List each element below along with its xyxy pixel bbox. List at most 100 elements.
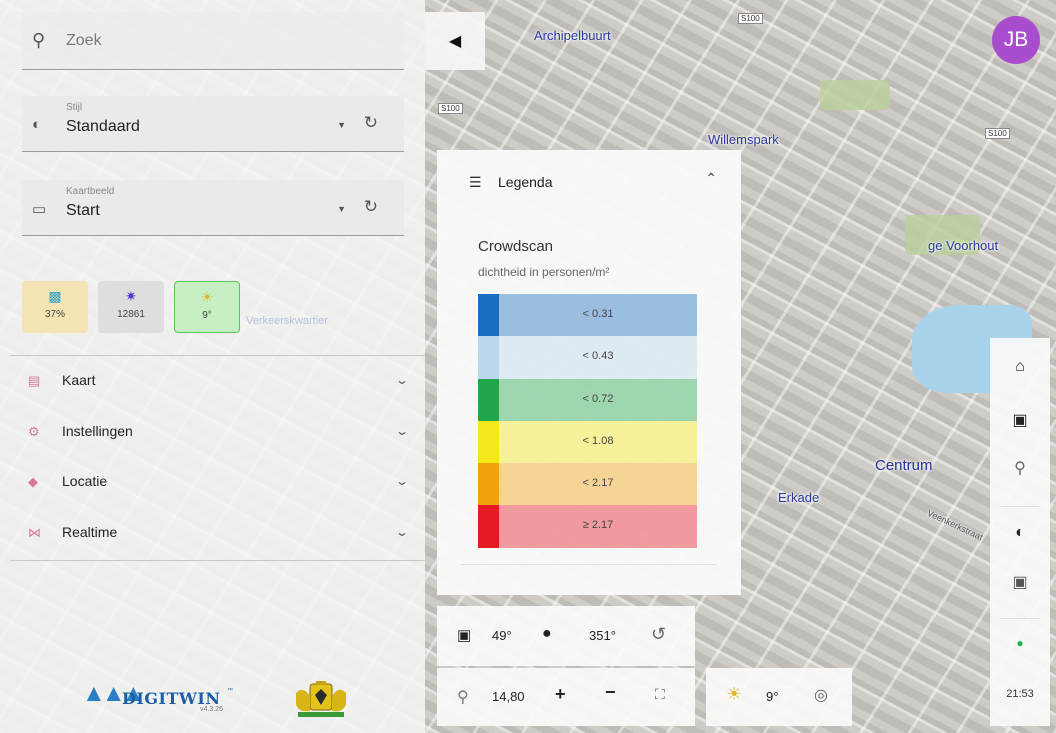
section-label: Locatie xyxy=(62,473,108,489)
chevron-down-icon[interactable]: ⌄ xyxy=(395,373,409,387)
divider xyxy=(10,355,425,356)
live-status-icon[interactable]: ● xyxy=(990,636,1050,650)
road-shield: S100 xyxy=(985,128,1010,139)
chevron-down-icon[interactable]: ⌄ xyxy=(395,474,409,488)
cube-icon[interactable]: ▣ xyxy=(457,626,471,644)
crowd-value: 12861 xyxy=(117,309,145,320)
section-locatie[interactable]: ◆ Locatie ⌄ xyxy=(26,465,411,501)
pitch-value: 49° xyxy=(492,628,512,643)
comment-icon[interactable]: ▣ xyxy=(990,410,1050,430)
collapse-sidebar-button[interactable]: ◀ xyxy=(425,12,485,70)
legend-swatch xyxy=(478,505,499,548)
user-avatar[interactable]: JB xyxy=(992,16,1040,64)
divider xyxy=(10,560,425,561)
location-icon: ◆ xyxy=(28,474,38,489)
right-toolbar: ⌂ ▣ ⚲ ◐ ▣ ● 21:53 xyxy=(990,338,1050,726)
map-label-archipelbuurt: Archipelbuurt xyxy=(534,28,611,43)
home-button[interactable]: ⌂ xyxy=(990,358,1050,376)
legend-item-label: ≥ 2.17 xyxy=(582,519,614,532)
camera-panel: ▣ 49° ● 351° ↺ xyxy=(437,606,695,666)
reset-icon[interactable]: ↻ xyxy=(364,113,378,133)
legend-item: < 2.17 xyxy=(478,463,697,506)
legend-item-label: < 1.08 xyxy=(582,434,614,447)
legend-header: Legenda xyxy=(498,174,553,190)
legend-unit: dichtheid in personen/m² xyxy=(478,265,610,279)
reset-icon[interactable]: ↻ xyxy=(364,197,378,217)
search-input[interactable] xyxy=(66,28,366,54)
zoom-panel: ⚲ 14,80 + − ⛶ xyxy=(437,668,695,726)
chevron-down-icon[interactable]: ⌄ xyxy=(395,525,409,539)
reset-rotation-icon[interactable]: ↺ xyxy=(651,624,666,645)
fullscreen-icon[interactable]: ⛶ xyxy=(655,686,665,703)
style-select[interactable]: ◐ Stijl Standaard ▼ ↻ xyxy=(22,96,404,152)
crowd-icon: ✷ xyxy=(125,288,137,304)
sun-icon: ☀ xyxy=(200,289,214,305)
dropdown-caret-icon[interactable]: ▼ xyxy=(337,204,346,214)
map-label-erkade: Erkade xyxy=(778,490,820,505)
monitor-icon: ▭ xyxy=(32,201,47,218)
city-crest-icon xyxy=(296,681,346,717)
legend-swatch xyxy=(478,420,499,464)
view-select[interactable]: ▭ Kaartbeeld Start ▼ ↻ xyxy=(22,180,404,236)
zoom-in-button[interactable]: + xyxy=(555,684,566,705)
contrast-icon[interactable]: ◐ xyxy=(990,524,1050,542)
legend-scale: < 0.31 < 0.43 < 0.72 < 1.08 < 2.17 ≥ 2.1… xyxy=(478,294,697,548)
temperature-tile[interactable]: ☀ 9° xyxy=(174,281,240,333)
list-icon: ☰ xyxy=(469,174,482,190)
map-label-street: Veenkerkstraat xyxy=(925,507,985,543)
sidebar: ⚲ ◐ Stijl Standaard ▼ ↻ ▭ Kaartbeeld Sta… xyxy=(0,0,425,733)
section-label: Instellingen xyxy=(62,423,133,439)
map-label-voorhout: ge Voorhout xyxy=(928,238,999,253)
map-label-willemspark: Willemspark xyxy=(708,132,779,147)
zoom-search-icon: ⚲ xyxy=(457,689,469,706)
realtime-icon: ⋈ xyxy=(28,525,41,540)
legend-swatch xyxy=(478,294,499,337)
location-pin-icon[interactable]: ⚲ xyxy=(990,458,1050,478)
radar-icon[interactable]: ◎ xyxy=(814,685,828,705)
map-icon: ▤ xyxy=(28,373,41,388)
chevron-up-icon[interactable]: ⌃ xyxy=(705,170,717,187)
camera-icon[interactable]: ▣ xyxy=(990,572,1050,592)
style-select-label: Stijl xyxy=(66,102,83,113)
legend-swatch xyxy=(478,336,499,379)
legend-item: < 1.08 xyxy=(478,420,697,464)
map-label-centrum: Centrum xyxy=(875,457,933,474)
cloud-tile[interactable]: ▩ 37% xyxy=(22,281,88,333)
view-select-value: Start xyxy=(66,202,100,219)
divider xyxy=(1000,506,1040,507)
section-instellingen[interactable]: ⚙ Instellingen ⌄ xyxy=(26,415,411,451)
legend-item: < 0.31 xyxy=(478,294,697,337)
weather-temp: 9° xyxy=(766,689,779,704)
crowd-tile[interactable]: ✷ 12861 xyxy=(98,281,164,333)
weather-panel: ☀ 9° ◎ xyxy=(706,668,852,726)
legend-swatch xyxy=(478,378,499,421)
section-kaart[interactable]: ▤ Kaart ⌄ xyxy=(26,364,411,400)
search-icon: ⚲ xyxy=(32,30,46,50)
trademark: ™ xyxy=(227,688,233,694)
view-select-label: Kaartbeeld xyxy=(66,186,115,197)
dropdown-caret-icon[interactable]: ▼ xyxy=(337,120,346,130)
triangle-left-icon: ◀ xyxy=(448,33,462,50)
temperature-value: 9° xyxy=(202,310,212,321)
legend-panel: ☰ Legenda ⌃ Crowdscan dichtheid in perso… xyxy=(437,150,741,595)
avatar-initials: JB xyxy=(1003,28,1029,51)
legend-item: < 0.43 xyxy=(478,336,697,379)
legend-title: Crowdscan xyxy=(478,238,554,255)
section-realtime[interactable]: ⋈ Realtime ⌄ xyxy=(26,516,411,552)
zoom-out-button[interactable]: − xyxy=(605,682,616,703)
park-area xyxy=(820,80,890,110)
legend-item-label: < 0.31 xyxy=(582,308,614,320)
section-label: Realtime xyxy=(62,524,118,540)
road-shield: S100 xyxy=(738,13,763,24)
compass-icon[interactable]: ● xyxy=(542,625,552,643)
tile-caption: Verkeerskwartier xyxy=(246,315,328,327)
chevron-down-icon[interactable]: ⌄ xyxy=(395,424,409,438)
search-box: ⚲ xyxy=(22,12,404,70)
legend-item-label: < 0.43 xyxy=(582,350,614,363)
divider xyxy=(1000,618,1040,619)
cloud-icon: ▩ xyxy=(48,288,62,304)
legend-item-label: < 2.17 xyxy=(582,477,614,490)
legend-item: ≥ 2.17 xyxy=(478,505,697,548)
style-select-value: Standaard xyxy=(66,118,140,135)
clock-time: 21:53 xyxy=(1006,688,1034,700)
